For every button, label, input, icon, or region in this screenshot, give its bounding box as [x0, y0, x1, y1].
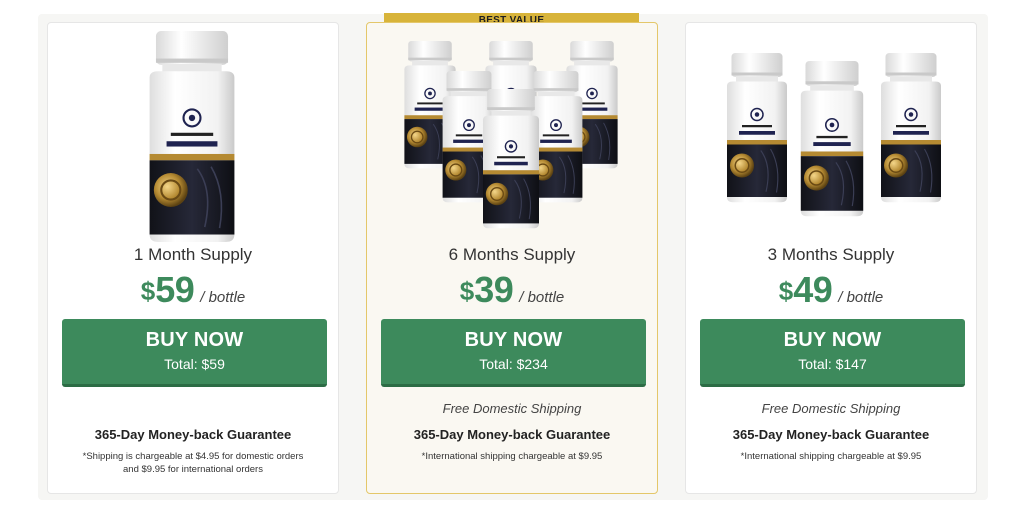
order-total: Total: $234: [479, 356, 548, 372]
supplement-bottle-icon: [786, 61, 878, 217]
price-currency: $: [778, 276, 794, 306]
product-image: [367, 23, 659, 243]
price-amount: 49: [793, 269, 833, 310]
price-amount: 59: [155, 269, 195, 310]
pricing-card-1-month: 1 Month Supply $59 / bottle BUY NOW Total…: [47, 22, 339, 494]
shipping-note-line-2: and $9.95 for international orders: [123, 464, 263, 475]
supplement-bottle-icon: [471, 89, 551, 229]
money-back-guarantee: 365-Day Money-back Guarantee: [94, 427, 292, 442]
price-unit: / bottle: [200, 289, 246, 306]
price: $49 / bottle: [686, 269, 976, 311]
shipping-note-line-1: *Shipping is chargeable at $4.95 for dom…: [82, 451, 304, 462]
money-back-guarantee: 365-Day Money-back Guarantee: [732, 427, 930, 442]
order-total: Total: $147: [798, 356, 867, 372]
supply-label: 6 Months Supply: [448, 245, 576, 264]
price-currency: $: [459, 276, 475, 306]
price: $39 / bottle: [367, 269, 657, 311]
buy-now-label: BUY NOW: [145, 329, 244, 351]
free-shipping-label: Free Domestic Shipping: [442, 401, 582, 416]
buy-now-button[interactable]: BUY NOW Total: $59: [62, 319, 327, 387]
buy-now-button[interactable]: BUY NOW Total: $234: [381, 319, 646, 387]
supply-label: 1 Month Supply: [133, 245, 253, 264]
price-currency: $: [140, 276, 156, 306]
supplement-bottle-icon: [866, 53, 956, 203]
shipping-note: *International shipping chargeable at $9…: [421, 451, 603, 462]
price-unit: / bottle: [519, 289, 565, 306]
buy-now-label: BUY NOW: [464, 329, 563, 351]
pricing-card-6-months: 6 Months Supply $39 / bottle BUY NOW Tota…: [366, 22, 658, 494]
product-image: [48, 23, 340, 243]
price-amount: 39: [474, 269, 514, 310]
shipping-note: *International shipping chargeable at $9…: [740, 451, 922, 462]
order-total: Total: $59: [164, 356, 225, 372]
buy-now-label: BUY NOW: [783, 329, 882, 351]
buy-now-button[interactable]: BUY NOW Total: $147: [700, 319, 965, 387]
supplement-bottle-icon: [133, 31, 251, 243]
pricing-card-3-months: 3 Months Supply $49 / bottle BUY NOW Tota…: [685, 22, 977, 494]
price: $59 / bottle: [48, 269, 338, 311]
price-unit: / bottle: [838, 289, 884, 306]
product-image: [686, 23, 978, 243]
supply-label: 3 Months Supply: [767, 245, 895, 264]
free-shipping-label: Free Domestic Shipping: [761, 401, 901, 416]
shipping-note: *Shipping is chargeable at $4.95 for dom…: [64, 450, 322, 476]
money-back-guarantee: 365-Day Money-back Guarantee: [413, 427, 611, 442]
